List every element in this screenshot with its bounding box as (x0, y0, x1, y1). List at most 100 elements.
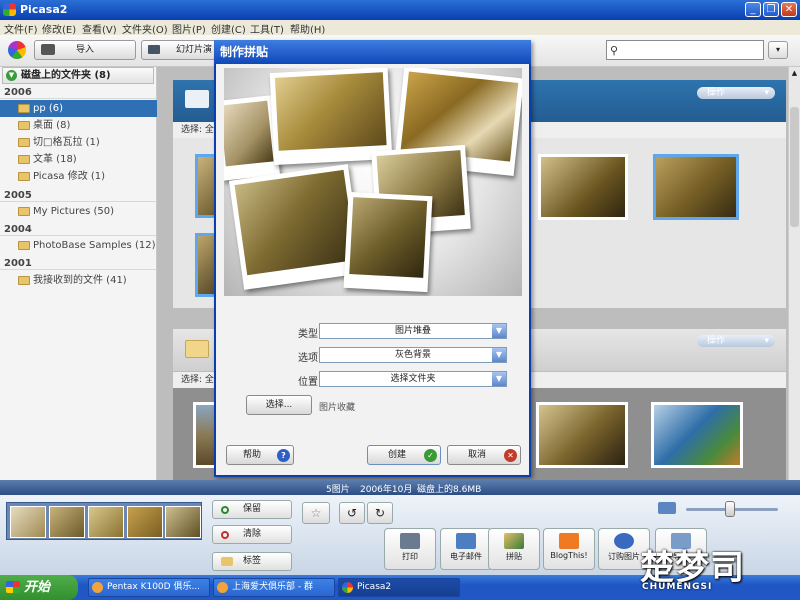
menu-view[interactable]: 查看(V) (82, 21, 117, 36)
rotate-right-button[interactable]: ↻ (367, 502, 393, 524)
help-button[interactable]: 帮助? (226, 445, 294, 465)
browser-icon (92, 582, 103, 593)
import-button[interactable]: 导入 (34, 40, 136, 60)
minimize-button[interactable]: _ (745, 2, 761, 17)
folder-name: 图片收藏 (319, 403, 356, 413)
year-2004: 2004 (4, 224, 32, 235)
folder-list-title: 磁盘上的文件夹 (8) (21, 70, 111, 81)
zoom-slider-thumb[interactable] (725, 501, 735, 517)
email-label: 电子邮件 (450, 552, 482, 561)
divider (0, 201, 157, 202)
menu-bar: 文件(F) 修改(E) 查看(V) 文件夹(O) 图片(P) 创建(C) 工具(… (0, 20, 800, 36)
maximize-button[interactable]: ❐ (763, 2, 779, 17)
folder-icon (18, 241, 30, 250)
clear-icon (221, 531, 229, 539)
option-label: 选项 (298, 353, 318, 364)
import-label: 导入 (75, 45, 94, 55)
scroll-up-icon[interactable]: ▲ (790, 69, 799, 81)
cancel-button[interactable]: 取消 ✕ (447, 445, 521, 465)
search-icon: ⚲ (610, 44, 619, 57)
menu-help[interactable]: 帮助(H) (290, 21, 325, 36)
folder-label: 我接收到的文件 (41) (33, 275, 127, 286)
menu-edit[interactable]: 修改(E) (42, 21, 76, 36)
clear-label: 清除 (242, 529, 261, 539)
taskbar-item-pentax[interactable]: Pentax K100D 俱乐... (88, 578, 210, 597)
status-count: 5图片 (326, 485, 350, 495)
tag-label: 标签 (242, 556, 261, 566)
globe-icon (614, 533, 634, 549)
menu-tools[interactable]: 工具(T) (250, 21, 284, 36)
close-button[interactable]: ✕ (781, 2, 797, 17)
menu-file[interactable]: 文件(F) (4, 21, 38, 36)
tray-thumbnail[interactable] (165, 506, 201, 538)
divider (0, 98, 157, 99)
check-icon: ✓ (424, 449, 437, 462)
windows-logo-icon (6, 581, 20, 593)
menu-folder[interactable]: 文件夹(O) (122, 21, 168, 36)
actions-dropdown[interactable]: 操作 ▾ (697, 87, 775, 99)
star-button[interactable]: ☆ (302, 502, 330, 524)
tray-thumbnails (6, 502, 202, 540)
print-button[interactable]: 打印 (384, 528, 436, 570)
option-select[interactable]: 灰色背景 ▼ (319, 347, 507, 363)
folder-label: pp (6) (33, 103, 64, 114)
thumbnail[interactable] (651, 402, 743, 468)
zoom-icon (658, 502, 676, 514)
blogthis-button[interactable]: BlogThis! (543, 528, 595, 570)
chevron-down-icon: ▼ (492, 372, 506, 386)
select-all-label[interactable]: 选择: 全 (181, 375, 214, 385)
scrollbar-thumb[interactable] (790, 107, 799, 227)
tag-button[interactable]: 标签 (212, 552, 292, 571)
taskbar-item-picasa[interactable]: Picasa2 (338, 578, 460, 597)
actions-dropdown[interactable]: 操作 ▾ (697, 335, 775, 347)
thumbnail[interactable] (538, 154, 628, 220)
select-all-label[interactable]: 选择: 全 (181, 125, 214, 135)
folder-item-picasa-edits[interactable]: Picasa 修改 (1) (0, 168, 157, 185)
watermark-subtext: CHUMENGSI (642, 582, 713, 592)
rotate-left-button[interactable]: ↺ (339, 502, 365, 524)
folder-item-che[interactable]: 切□格瓦拉 (1) (0, 134, 157, 151)
folder-icon (18, 172, 30, 181)
search-box[interactable]: ⚲ (606, 40, 764, 60)
clear-button[interactable]: 清除 (212, 525, 292, 544)
watermark: 楚梦司 CHUMENGSI (640, 540, 800, 600)
help-icon: ? (277, 449, 290, 462)
menu-create[interactable]: 创建(C) (211, 21, 246, 36)
close-icon: ✕ (504, 449, 517, 462)
collage-photo (343, 191, 433, 293)
start-button[interactable]: 开始 (0, 575, 78, 600)
create-label: 创建 (388, 450, 407, 460)
thumbnail[interactable] (536, 402, 628, 468)
keep-button[interactable]: 保留 (212, 500, 292, 519)
folder-item-wenge[interactable]: 文革 (18) (0, 151, 157, 168)
picasa-icon (342, 582, 353, 593)
collage-button[interactable]: 拼贴 (488, 528, 540, 570)
folder-icon (18, 207, 30, 216)
year-2005: 2005 (4, 190, 32, 201)
slideshow-button[interactable]: 幻灯片演 (141, 40, 217, 60)
tray-thumbnail[interactable] (49, 506, 85, 538)
thumbnail[interactable] (653, 154, 739, 220)
folder-item-photobase[interactable]: PhotoBase Samples (12) (0, 237, 157, 254)
tray-thumbnail[interactable] (88, 506, 124, 538)
folder-item-my-pictures[interactable]: My Pictures (50) (0, 203, 157, 220)
folder-list-header[interactable]: ▼ 磁盘上的文件夹 (8) (2, 67, 154, 84)
vertical-scrollbar[interactable]: ▲ (788, 67, 800, 480)
create-button[interactable]: 创建 ✓ (367, 445, 441, 465)
type-select[interactable]: 图片堆叠 ▼ (319, 323, 507, 339)
location-select[interactable]: 选择文件夹 ▼ (319, 371, 507, 387)
folder-item-desktop[interactable]: 桌面 (8) (0, 117, 157, 134)
print-label: 打印 (402, 552, 418, 561)
tray-thumbnail[interactable] (10, 506, 46, 538)
folder-item-received[interactable]: 我接收到的文件 (41) (0, 272, 157, 289)
taskbar-item-dog-club[interactable]: 上海爱犬俱乐部 - 群 (213, 578, 335, 597)
choose-folder-button[interactable]: 选择... (246, 395, 312, 415)
chevron-down-icon: ▾ (764, 88, 769, 98)
email-button[interactable]: 电子邮件 (440, 528, 492, 570)
tray-thumbnail[interactable] (127, 506, 163, 538)
search-dropdown-button[interactable]: ▾ (768, 41, 788, 59)
folder-item-pp[interactable]: pp (6) (0, 100, 157, 117)
tag-icon (221, 557, 233, 566)
picasa-app-icon (3, 3, 16, 16)
menu-picture[interactable]: 图片(P) (172, 21, 206, 36)
